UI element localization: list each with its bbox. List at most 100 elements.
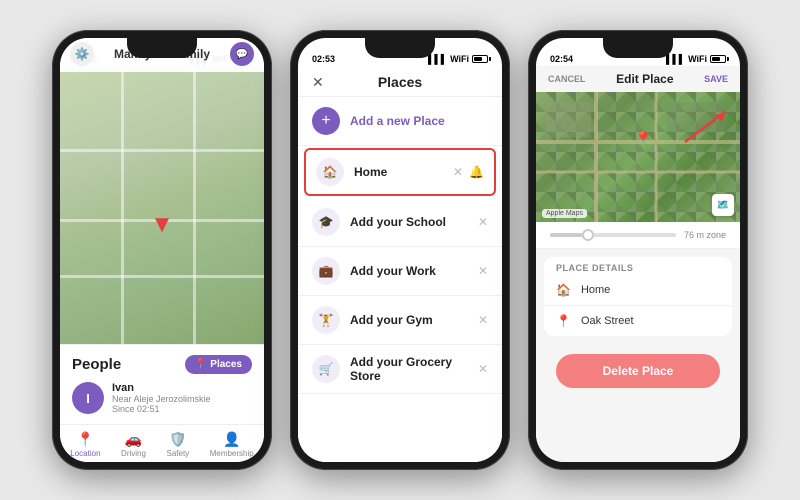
- person-avatar: I: [72, 382, 104, 414]
- map-layers-button[interactable]: 🗺️: [712, 194, 734, 216]
- slider-thumb[interactable]: [582, 229, 594, 241]
- places-list-screen: ✕ Places + Add a new Place 🏠 Home ✕ 🔔: [298, 66, 502, 462]
- nav-membership-label: Membership: [210, 449, 254, 458]
- radius-slider[interactable]: [550, 233, 676, 237]
- add-new-place-label: Add a new Place: [350, 114, 445, 128]
- home-label: Home: [354, 165, 453, 179]
- wifi-icon-3: WiFi: [688, 54, 707, 64]
- place-item-work[interactable]: 💼 Add your Work ✕: [298, 247, 502, 296]
- map-attribution: Apple Maps: [542, 209, 587, 218]
- nav-safety-label: Safety: [166, 449, 189, 458]
- bottom-nav: 📍 Location 🚗 Driving 🛡️ Safety 👤 Members…: [60, 424, 264, 462]
- notch-3: [603, 38, 673, 58]
- satellite-map: 📍 Apple Maps 🗺️: [536, 92, 740, 222]
- place-address-value: Oak Street: [581, 315, 634, 327]
- add-place-icon: +: [312, 107, 340, 135]
- place-details-card: Place details 🏠 Home 📍 Oak Street: [544, 257, 732, 336]
- signal-icon-2: ▌▌▌: [428, 54, 447, 64]
- red-arrow-indicator: [680, 107, 730, 147]
- save-button[interactable]: SAVE: [704, 74, 728, 84]
- places-title: Places: [378, 74, 422, 90]
- battery-icon-3: [710, 55, 726, 63]
- school-label: Add your School: [350, 215, 478, 229]
- add-new-place-button[interactable]: + Add a new Place: [298, 97, 502, 146]
- nav-location-label: Location: [70, 449, 100, 458]
- signal-icon-3: ▌▌▌: [666, 54, 685, 64]
- wifi-icon-2: WiFi: [450, 54, 469, 64]
- road-v-2: [193, 66, 196, 344]
- place-item-home[interactable]: 🏠 Home ✕ 🔔: [304, 148, 496, 196]
- driving-nav-icon: 🚗: [125, 431, 142, 448]
- places-button[interactable]: 📍 Places: [185, 355, 252, 374]
- work-icon: 💼: [312, 257, 340, 285]
- home-bell-icon[interactable]: 🔔: [469, 165, 484, 179]
- phone-1: 02:52 ▌▌▌ WiFi ⚙️ Makhynia Family 💬 ▼: [52, 30, 272, 470]
- status-icons-2: ▌▌▌ WiFi: [428, 54, 488, 64]
- road-h-3: [60, 275, 264, 278]
- home-detail-icon: 🏠: [556, 283, 571, 297]
- map-arrow-down: ▼: [150, 211, 174, 239]
- school-icon: 🎓: [312, 208, 340, 236]
- safety-nav-icon: 🛡️: [169, 431, 186, 448]
- grocery-icon: 🛒: [312, 355, 340, 383]
- home-icon: 🏠: [316, 158, 344, 186]
- gym-remove-icon[interactable]: ✕: [478, 313, 488, 327]
- place-details-title: Place details: [544, 257, 732, 275]
- place-item-school[interactable]: 🎓 Add your School ✕: [298, 198, 502, 247]
- zone-slider: 76 m zone: [536, 222, 740, 249]
- phone-2-screen: 02:53 ▌▌▌ WiFi ✕ Places + Add a new Plac…: [298, 38, 502, 462]
- nav-membership[interactable]: 👤 Membership: [210, 431, 254, 458]
- work-label: Add your Work: [350, 264, 478, 278]
- place-name-row: 🏠 Home: [544, 275, 732, 306]
- nav-driving[interactable]: 🚗 Driving: [121, 431, 146, 458]
- school-remove-icon[interactable]: ✕: [478, 215, 488, 229]
- place-item-gym[interactable]: 🏋️ Add your Gym ✕: [298, 296, 502, 345]
- edit-title: Edit Place: [616, 72, 673, 86]
- notch-2: [365, 38, 435, 58]
- people-title: People: [72, 356, 121, 373]
- nav-safety[interactable]: 🛡️ Safety: [166, 431, 189, 458]
- edit-header: CANCEL Edit Place SAVE: [536, 66, 740, 92]
- grocery-remove-icon[interactable]: ✕: [478, 362, 488, 376]
- person-initial: I: [86, 391, 90, 406]
- settings-icon[interactable]: ⚙️: [70, 42, 94, 66]
- zone-label: 76 m zone: [684, 230, 726, 240]
- person-info: Ivan Near Aleje Jerozolimskie Since 02:5…: [112, 382, 252, 414]
- cancel-button[interactable]: CANCEL: [548, 74, 586, 84]
- phone-3-screen: 02:54 ▌▌▌ WiFi CANCEL Edit Place SAVE: [536, 38, 740, 462]
- place-name-value: Home: [581, 284, 610, 296]
- map-background: ▼: [60, 66, 264, 344]
- person-name: Ivan: [112, 382, 252, 394]
- status-icons-3: ▌▌▌ WiFi: [666, 54, 726, 64]
- work-remove-icon[interactable]: ✕: [478, 264, 488, 278]
- person-location: Near Aleje Jerozolimskie: [112, 394, 252, 404]
- notch-1: [127, 38, 197, 58]
- places-header: ✕ Places: [298, 66, 502, 97]
- people-title-row: People 📍 Places: [72, 355, 252, 374]
- person-time: Since 02:51: [112, 404, 252, 414]
- phones-container: 02:52 ▌▌▌ WiFi ⚙️ Makhynia Family 💬 ▼: [42, 20, 758, 480]
- location-nav-icon: 📍: [77, 431, 94, 448]
- edit-place-screen: CANCEL Edit Place SAVE: [536, 66, 740, 462]
- phone-1-screen: 02:52 ▌▌▌ WiFi ⚙️ Makhynia Family 💬 ▼: [60, 38, 264, 462]
- battery-icon-2: [472, 55, 488, 63]
- status-time-3: 02:54: [550, 54, 573, 64]
- nav-location[interactable]: 📍 Location: [70, 431, 100, 458]
- places-icon: 📍: [195, 359, 207, 370]
- places-list: + Add a new Place 🏠 Home ✕ 🔔 🎓 Add your …: [298, 97, 502, 462]
- address-pin-icon: 📍: [556, 314, 571, 328]
- phone-2: 02:53 ▌▌▌ WiFi ✕ Places + Add a new Plac…: [290, 30, 510, 470]
- people-panel: People 📍 Places I Ivan Near Aleje Jerozo…: [60, 344, 264, 424]
- place-address-row: 📍 Oak Street: [544, 306, 732, 336]
- nav-driving-label: Driving: [121, 449, 146, 458]
- status-time-2: 02:53: [312, 54, 335, 64]
- close-button[interactable]: ✕: [312, 74, 324, 91]
- person-row: I Ivan Near Aleje Jerozolimskie Since 02…: [72, 382, 252, 414]
- chat-icon[interactable]: 💬: [230, 42, 254, 66]
- place-item-grocery[interactable]: 🛒 Add your Grocery Store ✕: [298, 345, 502, 394]
- gym-icon: 🏋️: [312, 306, 340, 334]
- delete-place-button[interactable]: Delete Place: [556, 354, 720, 388]
- places-btn-label: Places: [210, 359, 242, 370]
- home-remove-icon[interactable]: ✕: [453, 165, 463, 179]
- grocery-label: Add your Grocery Store: [350, 355, 478, 383]
